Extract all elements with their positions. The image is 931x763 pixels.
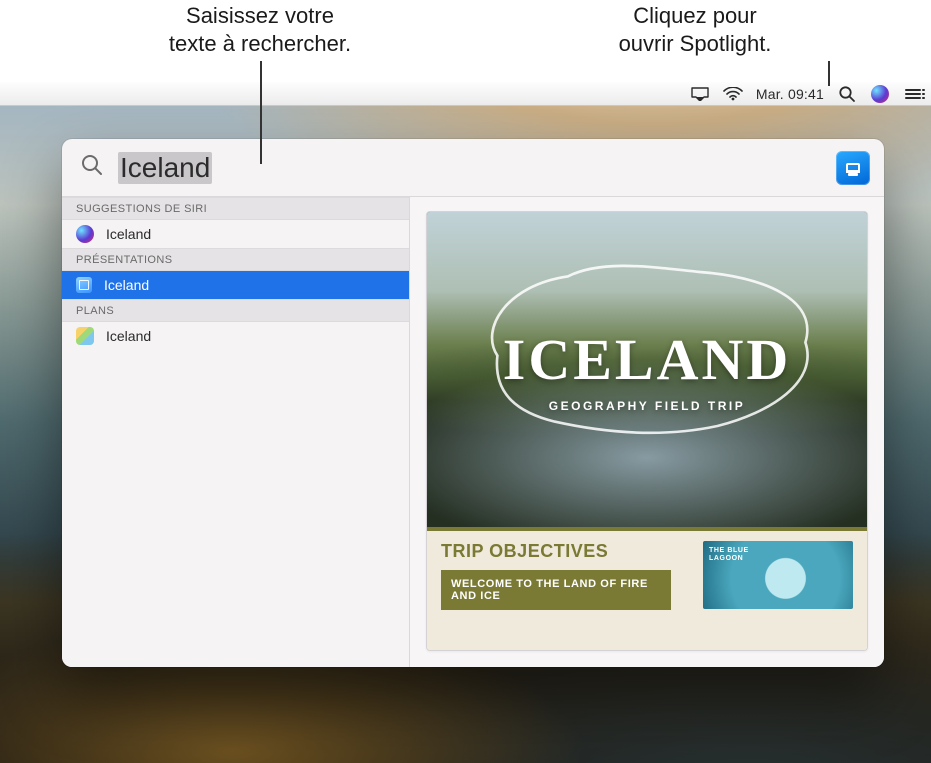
callout-search-text: Saisissez votre texte à rechercher. — [105, 2, 415, 57]
result-label: Iceland — [106, 328, 151, 344]
spotlight-icon[interactable] — [837, 84, 857, 104]
preview-thumbnail: THE BLUE LAGOON — [703, 541, 853, 609]
preview-section-heading: TRIP OBJECTIVES — [441, 541, 691, 562]
result-siri-suggestion[interactable]: Iceland — [62, 220, 409, 248]
search-icon — [80, 153, 104, 182]
airplay-icon[interactable] — [690, 84, 710, 104]
preview-title: ICELAND — [503, 326, 792, 393]
result-presentation[interactable]: Iceland — [62, 271, 409, 299]
menu-bar: Mar. 09:41 — [0, 82, 931, 106]
callout-open-spotlight: Cliquez pour ouvrir Spotlight. — [540, 2, 850, 57]
siri-icon[interactable] — [870, 84, 890, 104]
spotlight-search-bar[interactable]: Iceland — [62, 139, 884, 197]
results-category-presentations: PRÉSENTATIONS — [62, 248, 409, 271]
menubar-datetime[interactable]: Mar. 09:41 — [756, 86, 824, 102]
preview-hero-slide: ICELAND GEOGRAPHY FIELD TRIP — [427, 212, 867, 527]
keynote-preview: ICELAND GEOGRAPHY FIELD TRIP TRIP OBJECT… — [426, 211, 868, 651]
spotlight-query-text[interactable]: Iceland — [118, 152, 212, 184]
callout-leader-line — [260, 61, 262, 164]
results-category-maps: PLANS — [62, 299, 409, 322]
result-label: Iceland — [104, 277, 149, 293]
maps-icon — [76, 327, 94, 345]
siri-icon — [76, 225, 94, 243]
results-category-siri: SUGGESTIONS DE SIRI — [62, 197, 409, 220]
preview-thumbnail-label: THE BLUE LAGOON — [709, 547, 749, 562]
preview-subtitle: GEOGRAPHY FIELD TRIP — [503, 399, 792, 413]
result-map[interactable]: Iceland — [62, 322, 409, 350]
keynote-icon — [76, 277, 92, 293]
callout-leader-line — [828, 61, 830, 86]
preview-welcome-box: WELCOME TO THE LAND OF FIRE AND ICE — [441, 570, 671, 610]
preview-lower-slide: TRIP OBJECTIVES WELCOME TO THE LAND OF F… — [427, 527, 867, 650]
wifi-icon[interactable] — [723, 84, 743, 104]
top-hit-app-icon — [836, 151, 870, 185]
spotlight-preview-pane: ICELAND GEOGRAPHY FIELD TRIP TRIP OBJECT… — [410, 197, 884, 667]
spotlight-window: Iceland SUGGESTIONS DE SIRI Iceland PRÉS… — [62, 139, 884, 667]
spotlight-results-list: SUGGESTIONS DE SIRI Iceland PRÉSENTATION… — [62, 197, 410, 667]
notification-center-icon[interactable] — [903, 84, 923, 104]
result-label: Iceland — [106, 226, 151, 242]
